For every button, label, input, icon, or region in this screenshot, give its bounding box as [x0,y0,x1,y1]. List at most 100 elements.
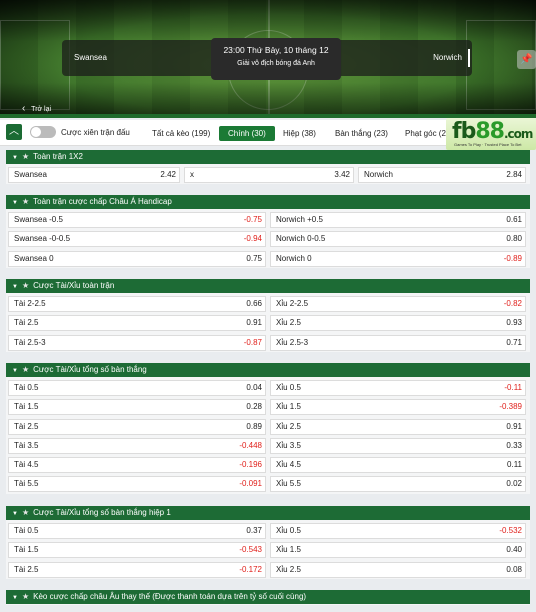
odds-value: 0.02 [506,479,522,489]
section-header[interactable]: ▼ ★ Toàn trận 1X2 [6,150,530,164]
fb88-logo: fb88.com Games To Play · Trusted Place T… [446,118,536,150]
chevron-up-icon: ︿ [9,126,19,137]
market-section-european-handicap: ▼ ★ Kèo cược chấp châu Âu thay thế (Được t… [6,590,530,605]
odds-value: 0.40 [506,545,522,555]
odds-cell-right[interactable]: Xỉu 4.5 0.11 [270,457,526,474]
odds-row: Tài 2.5 0.89 Xỉu 2.5 0.91 [6,417,530,436]
odds-cell-right[interactable]: Norwich +0.5 0.61 [270,212,526,228]
star-icon[interactable]: ★ [22,508,29,517]
odds-cell-home[interactable]: Swansea 2.42 [8,167,180,183]
odds-cell-left[interactable]: Tài 2-2.5 0.66 [8,296,266,312]
odds-value: 0.93 [506,318,522,328]
tab-main[interactable]: Chính (30) [219,126,275,141]
section-header[interactable]: ▼ ★ Cược Tài/Xỉu tổng số bàn thắng [6,363,530,377]
star-icon[interactable]: ★ [22,152,29,161]
odds-value: 0.33 [506,440,522,450]
odds-cell-away[interactable]: Norwich 2.84 [358,167,526,183]
star-icon[interactable]: ★ [22,197,29,206]
back-button[interactable]: ‹ Trở lại [22,103,51,114]
caret-down-icon: ▼ [12,284,18,290]
odds-cell-right[interactable]: Xỉu 1.5 0.40 [270,542,526,559]
section-title: Cược Tài/Xỉu tổng số bàn thắng [33,365,147,374]
odds-cell-left[interactable]: Tài 3.5 -0.448 [8,437,266,454]
odds-value: -0.82 [503,299,522,308]
odds-value: -0.543 [239,545,262,555]
odds-value: 0.75 [246,253,262,263]
odds-cell-right[interactable]: Xỉu 2.5-3 0.71 [270,334,526,351]
odds-rows: Swansea 2.42 x 3.42 Norwich 2.84 [6,164,530,185]
odds-row: Tài 5.5 -0.091 Xỉu 5.5 0.02 [6,474,530,493]
section-title: Cược Tài/Xỉu tổng số bàn thắng hiệp 1 [33,508,171,517]
odds-label: Swansea 0 [14,253,54,263]
odds-cell-right[interactable]: Norwich 0 -0.89 [270,250,526,267]
odds-label: Tài 2.5 [14,318,39,328]
odds-cell-left[interactable]: Swansea -0.5 -0.75 [8,212,266,228]
odds-label: Tài 2.5 [14,564,39,574]
collapse-all-button[interactable]: ︿ [6,124,22,140]
odds-label: Tài 2.5 [14,421,39,431]
odds-value: 0.66 [246,299,262,308]
odds-cell-right[interactable]: Xỉu 3.5 0.33 [270,437,526,454]
odds-cell-right[interactable]: Norwich 0-0.5 0.80 [270,231,526,248]
tab-goals[interactable]: Bàn thắng (23) [335,126,388,141]
odds-cell-left[interactable]: Swansea 0 0.75 [8,250,266,267]
star-icon[interactable]: ★ [22,365,29,374]
home-team-name: Swansea [74,53,107,62]
odds-cell-left[interactable]: Tài 4.5 -0.196 [8,457,266,474]
odds-cell-left[interactable]: Tài 2.5 0.89 [8,418,266,435]
tab-half[interactable]: Hiệp (38) [283,126,316,141]
section-header[interactable]: ▼ ★ Kèo cược chấp châu Âu thay thế (Được t… [6,590,530,604]
odds-label: Xỉu 2.5-3 [276,337,309,347]
odds-cell-left[interactable]: Swansea -0-0.5 -0.94 [8,231,266,248]
odds-row: Tài 3.5 -0.448 Xỉu 3.5 0.33 [6,436,530,455]
odds-cell-right[interactable]: Xỉu 0.5 -0.11 [270,380,526,396]
odds-label: Tài 0.5 [14,383,39,392]
tab-corners[interactable]: Phạt góc (24 [405,126,450,141]
tab-all-markets[interactable]: Tất cả kèo (199) [152,126,210,141]
star-icon[interactable]: ★ [22,592,29,601]
odds-cell-right[interactable]: Xỉu 0.5 -0.532 [270,523,526,539]
odds-value: 0.11 [507,460,522,470]
odds-row: Tài 2-2.5 0.66 Xỉu 2-2.5 -0.82 [6,294,530,313]
odds-cell-left[interactable]: Tài 0.5 0.37 [8,523,266,539]
odds-cell-draw[interactable]: x 3.42 [184,167,354,183]
odds-label: Tài 2-2.5 [14,299,46,308]
odds-cell-left[interactable]: Tài 2.5-3 -0.87 [8,334,266,351]
odds-value: -0.94 [243,234,262,244]
app: Swansea 23:00 Thứ Bảy, 10 tháng 12 Giải … [0,0,536,612]
odds-label: Xỉu 2-2.5 [276,299,309,308]
pin-icon[interactable]: 📌 [517,50,536,69]
odds-cell-right[interactable]: Xỉu 2.5 0.91 [270,418,526,435]
section-header[interactable]: ▼ ★ Cược Tài/Xỉu toàn trận [6,279,530,293]
section-header[interactable]: ▼ ★ Toàn trận cược chấp Châu Á Handicap [6,195,530,209]
odds-value: -0.87 [243,337,262,347]
odds-row: Tài 2.5-3 -0.87 Xỉu 2.5-3 0.71 [6,333,530,352]
odds-cell-right[interactable]: Xỉu 1.5 -0.389 [270,399,526,416]
odds-cell-left[interactable]: Tài 1.5 -0.543 [8,542,266,559]
odds-value: -0.11 [504,383,522,392]
odds-value: 0.80 [506,234,522,244]
odds-value: -0.448 [239,440,262,450]
section-header[interactable]: ▼ ★ Cược Tài/Xỉu tổng số bàn thắng hiệp 1 [6,506,530,520]
star-icon[interactable]: ★ [22,281,29,290]
odds-cell-right[interactable]: Xỉu 2.5 0.93 [270,315,526,332]
odds-value: 0.08 [506,564,522,574]
odds-cell-left[interactable]: Tài 2.5 -0.172 [8,561,266,578]
odds-cell-left[interactable]: Tài 0.5 0.04 [8,380,266,396]
odds-value: 0.04 [246,383,262,392]
odds-label: Xỉu 2.5 [276,318,301,328]
market-section-1x2: ▼ ★ Toàn trận 1X2 Swansea 2.42 x 3.42 Norwic… [6,150,530,185]
odds-cell-left[interactable]: Tài 5.5 -0.091 [8,476,266,493]
market-section-total-goals: ▼ ★ Cược Tài/Xỉu tổng số bàn thắng Tài 0.5… [6,363,530,494]
odds-value: -0.89 [503,253,522,263]
odds-rows: Tài 2-2.5 0.66 Xỉu 2-2.5 -0.82 Tài 2.5 0.91 Xỉ… [6,293,530,352]
odds-cell-right[interactable]: Xỉu 2-2.5 -0.82 [270,296,526,312]
odds-cell-right[interactable]: Xỉu 2.5 0.08 [270,561,526,578]
parlay-toggle[interactable] [30,126,56,138]
section-title: Toàn trận 1X2 [33,152,83,161]
odds-cell-left[interactable]: Tài 1.5 0.28 [8,399,266,416]
odds-label: Xỉu 3.5 [276,440,301,450]
logo-text: fb88.com [452,119,533,144]
odds-cell-left[interactable]: Tài 2.5 0.91 [8,315,266,332]
odds-cell-right[interactable]: Xỉu 5.5 0.02 [270,476,526,493]
